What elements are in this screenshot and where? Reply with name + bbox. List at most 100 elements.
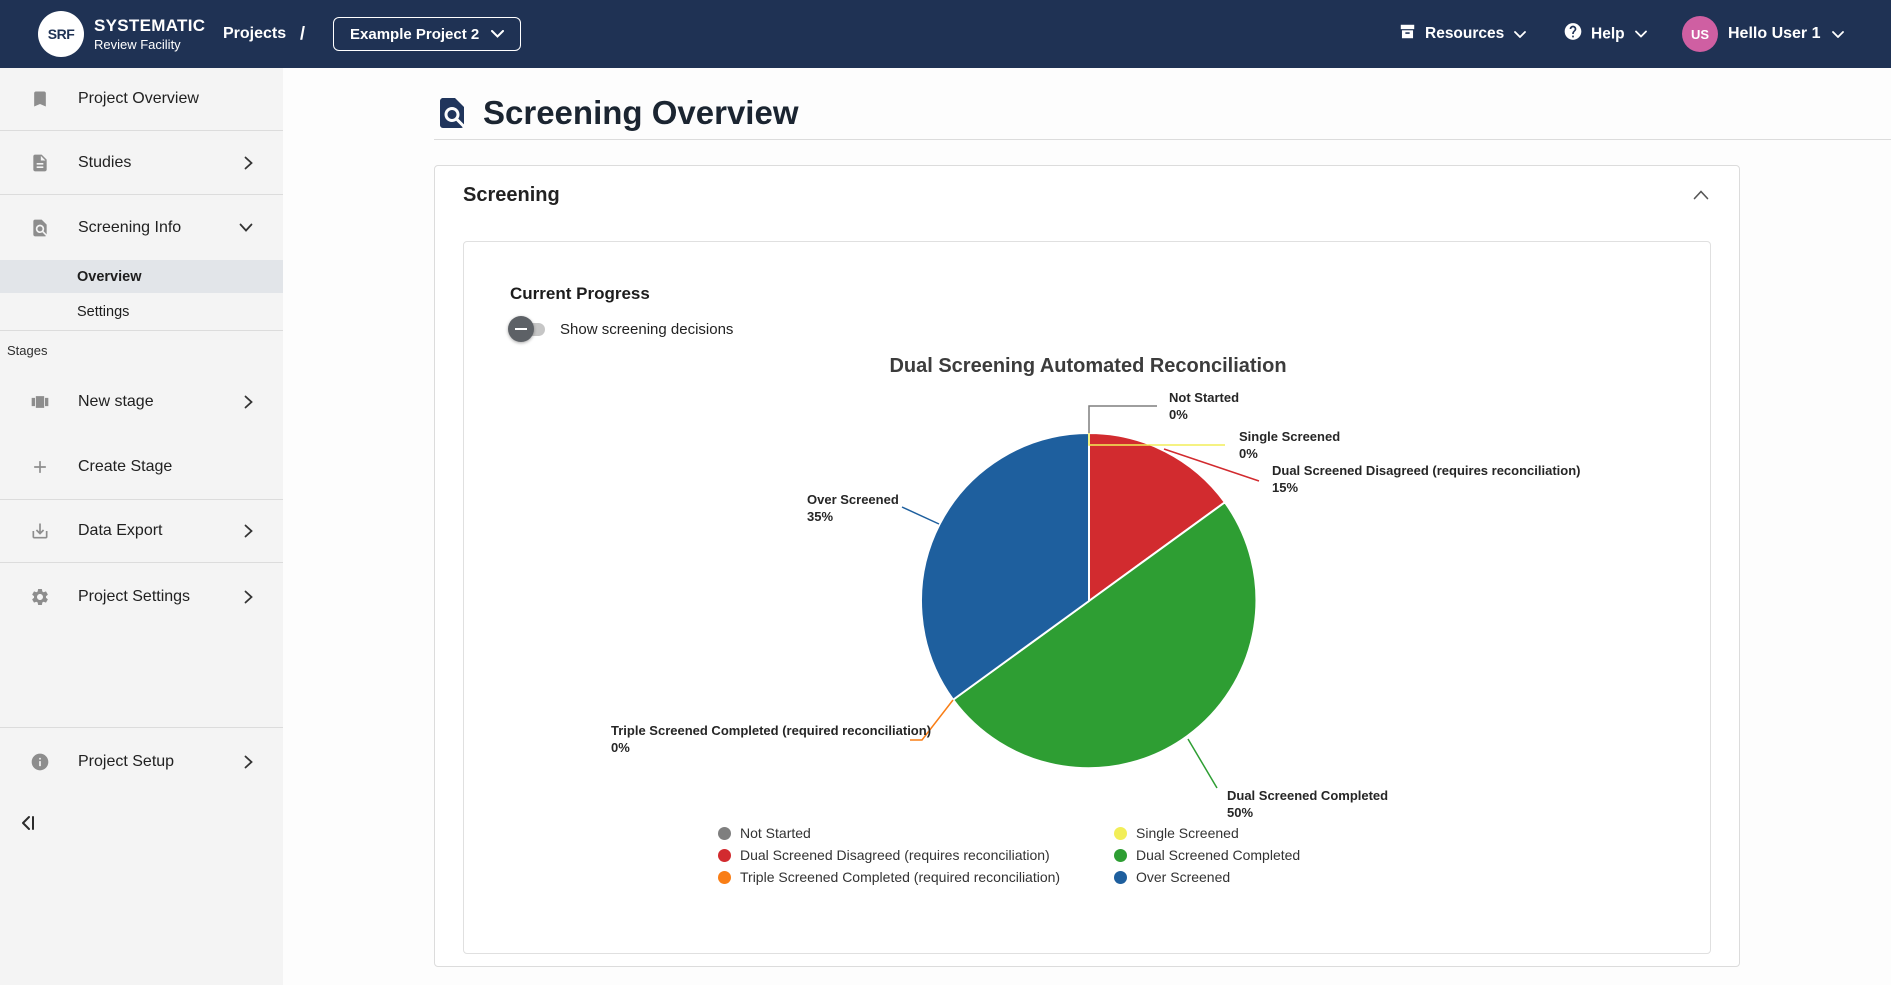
progress-panel: Current Progress Show screening decision… bbox=[463, 241, 1711, 954]
page-title: Screening Overview bbox=[483, 93, 798, 133]
help-menu[interactable]: Help bbox=[1563, 22, 1647, 47]
chart-legend: Not Started Single Screened Dual Screened … bbox=[718, 826, 1300, 884]
resources-label: Resources bbox=[1425, 25, 1504, 43]
callout-dual-completed: Dual Screened Completed 50% bbox=[1227, 787, 1388, 821]
sidebar-item-data-export[interactable]: Data Export bbox=[0, 500, 283, 563]
callout-label: Triple Screened Completed (required reco… bbox=[611, 722, 931, 739]
sidebar-subitem-settings[interactable]: Settings bbox=[0, 293, 283, 331]
chevron-right-icon bbox=[244, 524, 253, 538]
callout-label: Not Started bbox=[1169, 389, 1239, 406]
main-content: Screening Overview Screening Current Pro… bbox=[283, 68, 1891, 985]
breadcrumb-projects-link[interactable]: Projects bbox=[223, 25, 286, 43]
chevron-up-icon[interactable] bbox=[1693, 190, 1709, 200]
legend-label: Dual Screened Disagreed (requires reconc… bbox=[740, 847, 1050, 863]
brand-line1: SYSTEMATIC bbox=[94, 16, 205, 36]
sidebar-item-label: New stage bbox=[78, 393, 154, 411]
avatar-initials: US bbox=[1691, 27, 1709, 42]
project-selector-button[interactable]: Example Project 2 bbox=[333, 17, 521, 51]
screening-card: Screening Current Progress Show screenin… bbox=[434, 165, 1740, 967]
plus-icon bbox=[28, 457, 52, 477]
sidebar-item-project-overview[interactable]: Project Overview bbox=[0, 68, 283, 131]
legend-item: Not Started bbox=[718, 826, 1114, 840]
sidebar-collapse-row bbox=[0, 795, 283, 850]
legend-item: Dual Screened Disagreed (requires reconc… bbox=[718, 848, 1114, 862]
project-selector-label: Example Project 2 bbox=[350, 26, 479, 43]
legend-label: Triple Screened Completed (required reco… bbox=[740, 869, 1060, 885]
callout-label: Dual Screened Disagreed (requires reconc… bbox=[1272, 462, 1581, 479]
legend-label: Over Screened bbox=[1136, 869, 1230, 885]
logo-monogram: SRF bbox=[48, 26, 75, 42]
user-greeting: Hello User 1 bbox=[1728, 25, 1820, 43]
legend-item: Single Screened bbox=[1114, 826, 1300, 840]
screening-card-title: Screening bbox=[463, 184, 560, 207]
sidebar-item-label: Data Export bbox=[78, 522, 162, 540]
chevron-right-icon bbox=[244, 395, 253, 409]
collapse-sidebar-icon[interactable] bbox=[16, 811, 40, 835]
resources-menu[interactable]: Resources bbox=[1398, 22, 1526, 46]
legend-dot bbox=[1114, 849, 1127, 862]
info-icon bbox=[28, 752, 52, 772]
brand-logo[interactable]: SRF SYSTEMATIC Review Facility bbox=[38, 11, 205, 57]
sidebar-spacer bbox=[0, 630, 283, 728]
sidebar-item-label: Project Settings bbox=[78, 588, 190, 606]
page-header: Screening Overview bbox=[434, 68, 1891, 140]
document-icon bbox=[28, 153, 52, 173]
download-icon bbox=[28, 521, 52, 541]
stages-section-label: Stages bbox=[0, 331, 283, 368]
sidebar-item-project-settings[interactable]: Project Settings bbox=[0, 563, 283, 630]
pie-chart: Dual Screening Automated Reconciliation … bbox=[464, 242, 1712, 955]
leader-line-dual-completed bbox=[1188, 739, 1217, 788]
legend-item: Triple Screened Completed (required reco… bbox=[718, 870, 1114, 884]
callout-over-screened: Over Screened 35% bbox=[807, 491, 899, 525]
legend-dot bbox=[718, 849, 731, 862]
resources-icon bbox=[1398, 22, 1417, 46]
top-navbar: SRF SYSTEMATIC Review Facility Projects … bbox=[0, 0, 1891, 68]
sidebar-subitem-label: Settings bbox=[77, 304, 129, 320]
chevron-down-icon bbox=[239, 223, 253, 232]
chevron-right-icon bbox=[244, 156, 253, 170]
callout-triple-completed: Triple Screened Completed (required reco… bbox=[611, 722, 931, 756]
legend-label: Dual Screened Completed bbox=[1136, 847, 1300, 863]
breadcrumb-separator: / bbox=[300, 24, 305, 45]
logo-icon: SRF bbox=[38, 11, 84, 57]
legend-dot bbox=[1114, 871, 1127, 884]
document-search-icon bbox=[28, 218, 52, 238]
callout-label: Dual Screened Completed bbox=[1227, 787, 1388, 804]
brand-text: SYSTEMATIC Review Facility bbox=[94, 16, 205, 52]
sidebar-item-label: Project Setup bbox=[78, 753, 174, 771]
legend-label: Single Screened bbox=[1136, 825, 1239, 841]
help-label: Help bbox=[1591, 25, 1625, 43]
brand-line2: Review Facility bbox=[94, 37, 205, 52]
chevron-down-icon bbox=[491, 30, 504, 38]
callout-pct: 35% bbox=[807, 508, 899, 525]
sidebar-item-new-stage[interactable]: New stage bbox=[0, 368, 283, 435]
sidebar-item-label: Project Overview bbox=[78, 90, 199, 108]
sidebar-item-project-setup[interactable]: Project Setup bbox=[0, 728, 283, 795]
chevron-right-icon bbox=[244, 590, 253, 604]
sidebar-subitem-overview[interactable]: Overview bbox=[0, 260, 283, 293]
user-menu[interactable]: US Hello User 1 bbox=[1682, 16, 1844, 52]
gear-icon bbox=[28, 587, 52, 607]
leader-line-over-screened bbox=[902, 507, 939, 524]
callout-single-screened: Single Screened 0% bbox=[1239, 428, 1340, 462]
sidebar-item-label: Studies bbox=[78, 154, 131, 172]
legend-dot bbox=[718, 871, 731, 884]
sidebar-item-studies[interactable]: Studies bbox=[0, 131, 283, 195]
chevron-right-icon bbox=[244, 755, 253, 769]
legend-dot bbox=[718, 827, 731, 840]
leader-line-not-started bbox=[1089, 406, 1157, 433]
callout-pct: 15% bbox=[1272, 479, 1581, 496]
legend-label: Not Started bbox=[740, 825, 811, 841]
sidebar: Project Overview Studies Screening Info … bbox=[0, 68, 283, 985]
legend-item: Over Screened bbox=[1114, 870, 1300, 884]
callout-pct: 0% bbox=[1239, 445, 1340, 462]
callout-pct: 0% bbox=[1169, 406, 1239, 423]
chevron-down-icon bbox=[1514, 31, 1526, 38]
sidebar-item-label: Create Stage bbox=[78, 458, 172, 476]
sidebar-item-create-stage[interactable]: Create Stage bbox=[0, 435, 283, 500]
sidebar-subitem-label: Overview bbox=[77, 269, 142, 285]
sidebar-item-screening-info[interactable]: Screening Info bbox=[0, 195, 283, 260]
callout-dual-disagreed: Dual Screened Disagreed (requires reconc… bbox=[1272, 462, 1581, 496]
callout-pct: 50% bbox=[1227, 804, 1388, 821]
callout-pct: 0% bbox=[611, 739, 931, 756]
